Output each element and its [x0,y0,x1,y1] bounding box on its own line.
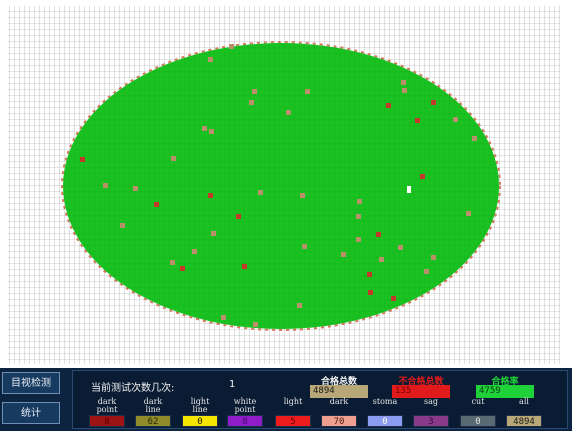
defect-marker [391,296,396,301]
results-panel: 当前测试次数几次: 1 合格总数 4894 不合格总数 135 合格率 4759… [72,370,568,429]
defect-category-label: cut [471,397,485,406]
defect-marker [357,199,362,204]
defect-marker [420,174,425,179]
defect-marker [249,100,254,105]
defect-category-9: all 4894 [505,398,543,427]
defect-marker [367,272,372,277]
defect-marker [236,214,241,219]
defect-category-5: dark 70 [320,398,358,427]
defect-category-count: 4894 [506,415,542,427]
defect-marker [209,129,214,134]
defect-marker [170,260,175,265]
defect-marker [466,211,471,216]
defect-category-count: 0 [460,415,496,427]
defect-category-1: dark line 62 [134,398,172,427]
defect-marker [208,193,213,198]
defect-marker [252,89,257,94]
defect-marker [379,257,384,262]
defect-marker [402,88,407,93]
wafer-map[interactable] [0,0,572,368]
defect-category-0: dark point 8 [88,398,126,427]
defect-marker [202,126,207,131]
defect-marker [368,290,373,295]
defect-category-label: dark line [143,397,163,414]
defect-marker [300,193,305,198]
defect-marker [133,186,138,191]
defect-marker [192,249,197,254]
defect-category-2: light line 0 [181,398,219,427]
defect-marker [154,202,159,207]
bottom-bar: 目视检测 统计 当前测试次数几次: 1 合格总数 4894 不合格总数 135 … [0,368,572,431]
defect-marker [431,255,436,260]
defect-category-label: dark [329,397,349,406]
defect-category-label: light line [190,397,210,414]
defect-marker [253,322,258,327]
defect-category-3: white point 8 [226,398,264,427]
defect-marker [120,223,125,228]
defect-marker [80,157,85,162]
defect-marker [305,89,310,94]
defect-category-count: 70 [321,415,357,427]
defect-category-label: all [519,397,529,406]
defect-marker [211,231,216,236]
defect-category-7: sag 3 [412,398,450,427]
defect-marker [103,183,108,188]
defect-marker [297,303,302,308]
defect-marker [302,244,307,249]
defect-marker [180,266,185,271]
defect-marker [221,315,226,320]
defect-marker [242,264,247,269]
defect-category-label: dark point [96,397,118,414]
defect-category-label: white point [233,397,257,414]
defect-category-count: 62 [135,415,171,427]
defect-category-label: stoma [372,397,398,406]
statistics-button[interactable]: 统计 [2,402,60,424]
test-count-label: 当前测试次数几次: [91,383,175,394]
defect-marker [386,103,391,108]
defect-marker [229,44,234,49]
fail-total-value: 135 [392,385,450,398]
defect-marker [431,100,436,105]
defect-category-count: 0 [182,415,218,427]
defect-marker [376,232,381,237]
defect-category-label: sag [424,397,438,406]
defect-marker [472,136,477,141]
defect-marker [453,117,458,122]
defect-marker [171,156,176,161]
defect-marker [356,237,361,242]
defect-marker [424,269,429,274]
test-count-value: 1 [229,379,236,390]
defect-marker [401,80,406,85]
defect-marker [286,110,291,115]
wafer-body [63,43,499,329]
defect-category-count: 3 [413,415,449,427]
defect-marker [398,245,403,250]
defect-category-count: 0 [367,415,403,427]
defect-marker [208,57,213,62]
defect-category-4: light 5 [274,398,312,427]
defect-marker [415,118,420,123]
defect-marker [341,252,346,257]
visual-inspection-button[interactable]: 目视检测 [2,372,60,394]
defect-category-count: 8 [89,415,125,427]
defect-marker [258,190,263,195]
defect-category-count: 8 [227,415,263,427]
defect-marker [407,186,411,193]
defect-marker [356,214,361,219]
defect-category-count: 5 [275,415,311,427]
defect-category-label: light [283,397,303,406]
wafer-map-area [0,0,572,368]
defect-category-6: stoma 0 [366,398,404,427]
defect-category-8: cut 0 [459,398,497,427]
